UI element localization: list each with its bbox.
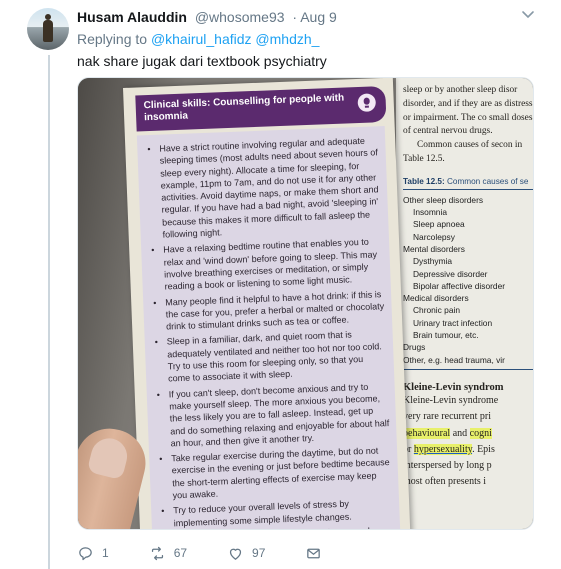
- kl-line-4: or hypersexuality. Epis: [403, 442, 533, 458]
- replying-to: Replying to @khairul_hafidz @mhdzh_: [77, 30, 319, 48]
- kl-line-3-mid: and: [450, 427, 470, 439]
- table-row: Sleep apnoea: [413, 219, 465, 230]
- kl-line-2: very rare recurrent pri: [403, 411, 491, 423]
- table-title-bold: Table 12.5:: [403, 176, 445, 186]
- table-row: Dysthymia: [413, 256, 453, 267]
- clinical-skills-header: Clinical skills: Counselling for people …: [135, 85, 387, 132]
- kleine-levin-heading: Kleine-Levin syndrom: [403, 381, 504, 393]
- kl-line-1: Kleine-Levin syndrome: [403, 394, 499, 406]
- retweet-button[interactable]: 67: [149, 545, 187, 562]
- reply-count: 1: [102, 546, 109, 560]
- list-item: Have a relaxing bedtime routine that ena…: [149, 236, 385, 294]
- like-button[interactable]: 97: [227, 545, 265, 562]
- table-row: Narcolepsy: [413, 231, 455, 242]
- list-item: If you can't sleep, don't become anxious…: [155, 380, 391, 450]
- book-page-left: Clinical skills: Counselling for people …: [123, 78, 411, 529]
- table-row: Depressive disorder: [413, 268, 488, 279]
- author-name[interactable]: Husam Alauddin: [77, 9, 187, 25]
- clinical-skills-list: Have a strict routine involving regular …: [145, 134, 395, 529]
- table-row: Other sleep disorders: [403, 194, 484, 205]
- table-row: Bipolar affective disorder: [413, 280, 506, 291]
- kl-line-4-post: . Epis: [472, 443, 495, 455]
- reply-button[interactable]: 1: [77, 545, 109, 562]
- highlight-hypersexuality: hypersexuality: [413, 443, 473, 455]
- table-rows: Other sleep disorders Insomnia Sleep apnoe…: [403, 194, 533, 366]
- clinical-skills-box: Have a strict routine involving regular …: [136, 125, 401, 529]
- right-column-text: sleep or by another sleep disor disorder…: [403, 84, 533, 491]
- kl-line-6: most often presents i: [403, 476, 487, 488]
- highlight-cogni: cogni: [469, 427, 492, 439]
- kl-line-5: interspersed by long p: [403, 460, 492, 472]
- action-bar: 1 67 97: [77, 543, 370, 563]
- author-handle[interactable]: @whosome93: [195, 9, 285, 25]
- clinical-skills-title: Clinical skills: Counselling for people …: [143, 92, 345, 124]
- table-row: Other, e.g. head trauma, vir: [403, 354, 505, 365]
- table-row: Medical disorders: [403, 293, 469, 304]
- retweet-count: 67: [173, 546, 188, 560]
- table-row: Mental disorders: [403, 243, 465, 254]
- highlight-behavioural: behavioural: [403, 427, 451, 439]
- table-row: Chronic pain: [413, 305, 461, 316]
- reply-handles-link[interactable]: @khairul_hafidz @mhdzh_: [151, 31, 320, 47]
- list-item: Sleep in a familiar, dark, and quiet roo…: [153, 328, 389, 386]
- thread-line: [48, 55, 50, 569]
- table-row: Drugs: [403, 342, 426, 353]
- table-title: Table 12.5: Common causes of se: [403, 177, 533, 190]
- lightbulb-icon: [357, 93, 377, 112]
- dot-separator: ·: [292, 9, 298, 25]
- table-rule: [403, 368, 533, 370]
- list-item: Have a strict routine involving regular …: [145, 134, 383, 241]
- tweet-date[interactable]: Aug 9: [300, 9, 337, 25]
- envelope-icon: [307, 548, 321, 558]
- table-title-rest: Common causes of se: [447, 176, 529, 186]
- right-paragraph-2: Common causes of secon in Table 12.5.: [403, 140, 523, 164]
- retweet-icon: [151, 546, 163, 560]
- tweet-text: nak share jugak dari textbook psychiatry: [77, 53, 327, 69]
- reply-icon: [79, 546, 92, 560]
- kl-line-3: behavioural and cogni: [403, 426, 533, 442]
- list-item: Take regular exercise during the daytime…: [157, 444, 393, 502]
- replying-to-label: Replying to: [77, 31, 148, 47]
- like-count: 97: [252, 546, 266, 560]
- avatar[interactable]: [27, 8, 69, 50]
- avatar-figure: [43, 14, 53, 42]
- tweet-header: Husam Alauddin @whosome93 · Aug 9: [77, 8, 337, 26]
- heart-icon: [229, 548, 242, 560]
- chevron-down-icon[interactable]: [520, 6, 536, 22]
- direct-message-button[interactable]: [305, 545, 330, 562]
- table-row: Insomnia: [413, 207, 447, 218]
- tweet-media[interactable]: sleep or by another sleep disor disorder…: [77, 77, 534, 530]
- table-row: Brain tumour, etc.: [413, 330, 479, 341]
- thumbnail: [86, 434, 131, 481]
- right-paragraph-1: sleep or by another sleep disor disorder…: [403, 85, 533, 137]
- list-item: Many people find it helpful to have a ho…: [151, 288, 386, 334]
- table-row: Urinary tract infection: [413, 317, 493, 328]
